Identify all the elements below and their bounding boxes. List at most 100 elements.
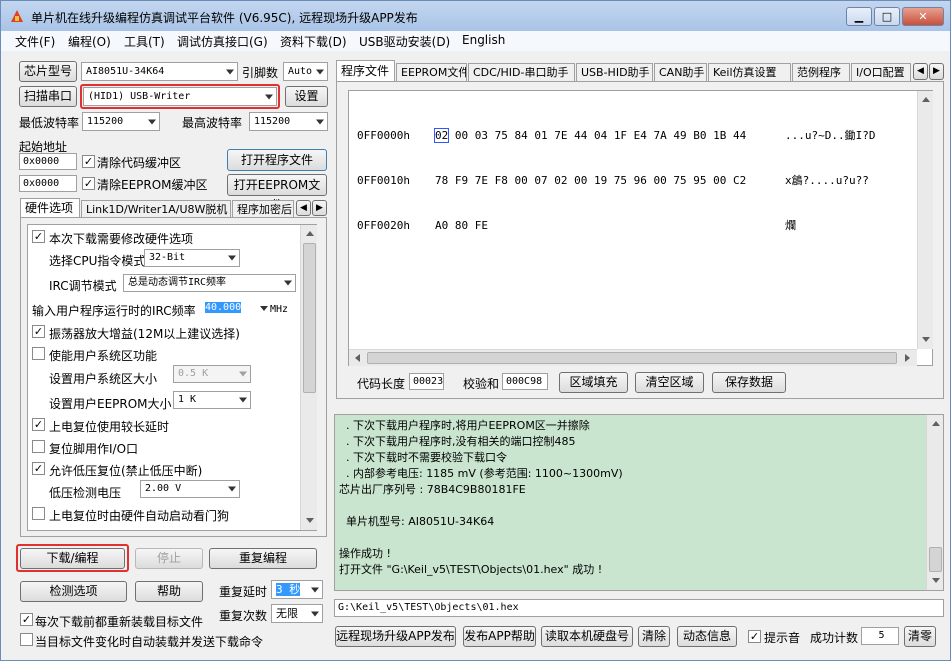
hw-options-scrollbar[interactable]	[300, 225, 317, 530]
check-options-button[interactable]: 检测选项	[20, 581, 127, 602]
hw-scroll-thumb[interactable]	[303, 243, 316, 393]
irc-mode-select[interactable]: 总是动态调节IRC频率	[123, 274, 296, 292]
min-baud-select[interactable]: 115200	[82, 112, 160, 131]
log-scrollbar[interactable]	[926, 415, 943, 590]
sound-label: 提示音	[764, 631, 801, 645]
download-program-button[interactable]: 下载/编程	[20, 548, 125, 569]
menu-bar: 文件(F) 编程(O) 工具(T) 调试仿真接口(G) 资料下载(D) USB驱…	[1, 31, 950, 51]
system-area-size-select[interactable]: 0.5 K	[173, 365, 251, 383]
dynamic-info-button[interactable]: 动态信息	[677, 626, 737, 647]
code-length-value: 00023	[409, 373, 444, 390]
repeat-delay-select[interactable]: 3 秒	[271, 580, 323, 599]
tab-program-file[interactable]: 程序文件	[336, 60, 395, 82]
read-disk-id-button[interactable]: 读取本机硬盘号	[541, 626, 633, 647]
menu-program[interactable]: 编程(O)	[68, 33, 111, 50]
lv-detect-select[interactable]: 2.00 V	[140, 480, 240, 498]
stop-button[interactable]: 停止	[135, 548, 203, 569]
pin-count-select[interactable]: Auto	[283, 62, 328, 81]
menu-english[interactable]: English	[462, 33, 505, 47]
reset-io-checkbox[interactable]	[32, 440, 45, 453]
tab-usb-hid[interactable]: USB-HID助手	[576, 63, 653, 82]
clear-eeprom-checkbox[interactable]: ✓	[82, 177, 95, 190]
right-tab-scroll-right[interactable]: ▶	[929, 63, 944, 80]
repeat-count-select[interactable]: 无限	[271, 604, 323, 623]
hex-hscroll[interactable]	[349, 349, 917, 366]
tab-encryption[interactable]: 程序加密后	[232, 200, 294, 218]
eeprom-size-label: 设置用户EEPROM大小	[49, 397, 172, 411]
hex-address-row: 0FF0020h	[357, 219, 410, 232]
user-system-area-checkbox[interactable]	[32, 347, 45, 360]
sound-checkbox[interactable]: ✓	[748, 630, 761, 643]
chip-model-select[interactable]: AI8051U-34K64	[81, 62, 238, 81]
tab-can[interactable]: CAN助手	[654, 63, 707, 82]
irc-frequency-input[interactable]: 40.000	[202, 300, 268, 317]
tab-scroll-right-button[interactable]: ▶	[312, 200, 327, 216]
chip-model-button[interactable]: 芯片型号	[19, 61, 77, 82]
app-help-button[interactable]: 发布APP帮助	[463, 626, 536, 647]
menu-debug[interactable]: 调试仿真接口(G)	[177, 33, 268, 50]
scroll-right-icon[interactable]	[905, 354, 910, 362]
tab-hardware-options[interactable]: 硬件选项	[20, 198, 80, 218]
tab-io-config[interactable]: I/O口配置	[851, 63, 911, 82]
log-line: 打开文件 "G:\Keil_v5\TEST\Objects\01.hex" 成功…	[339, 563, 603, 576]
lvr-checkbox[interactable]: ✓	[32, 462, 45, 475]
tab-link1d-offline[interactable]: Link1D/Writer1A/U8W脱机	[81, 200, 231, 218]
scroll-down-icon[interactable]	[922, 337, 930, 342]
tab-serial-assistant[interactable]: CDC/HID-串口助手	[468, 63, 575, 82]
scroll-up-icon[interactable]	[932, 421, 940, 426]
program-file-panel: 0FF0000h 0FF0010h 0FF0020h 02 00 03 75 8…	[336, 81, 944, 399]
reload-checkbox[interactable]: ✓	[20, 613, 33, 626]
help-button[interactable]: 帮助	[135, 581, 203, 602]
max-baud-select[interactable]: 115200	[249, 112, 328, 131]
checksum-label: 校验和	[463, 377, 500, 391]
menu-file[interactable]: 文件(F)	[15, 33, 55, 50]
clear-region-button[interactable]: 清空区域	[635, 372, 704, 393]
fill-region-button[interactable]: 区域填充	[559, 372, 628, 393]
save-data-button[interactable]: 保存数据	[712, 372, 786, 393]
irc-frequency-label: 输入用户程序运行时的IRC频率	[32, 304, 196, 318]
scan-port-button[interactable]: 扫描串口	[19, 86, 77, 107]
clear-log-button[interactable]: 清除	[638, 626, 670, 647]
right-tab-scroll-left[interactable]: ◀	[913, 63, 928, 80]
setup-button[interactable]: 设置	[285, 86, 328, 107]
wdt-checkbox[interactable]	[32, 507, 45, 520]
auto-send-checkbox[interactable]	[20, 633, 33, 646]
cpu-mode-select[interactable]: 32-Bit	[144, 249, 240, 267]
menu-tools[interactable]: 工具(T)	[124, 33, 165, 50]
hex-vscroll[interactable]	[917, 91, 933, 349]
checksum-value: 000C98	[502, 373, 548, 390]
osc-gain-checkbox[interactable]: ✓	[32, 325, 45, 338]
scroll-down-icon[interactable]	[932, 578, 940, 583]
minimize-button[interactable]: ▁	[846, 7, 872, 26]
maximize-button[interactable]: □	[874, 7, 900, 26]
scroll-left-icon[interactable]	[355, 354, 360, 362]
modify-hw-checkbox[interactable]: ✓	[32, 230, 45, 243]
menu-usb-driver[interactable]: USB驱动安装(D)	[359, 33, 450, 50]
open-eeprom-file-button[interactable]: 打开EEPROM文件	[227, 174, 327, 212]
eeprom-size-select[interactable]: 1 K	[173, 391, 251, 409]
code-address-input[interactable]: 0x0000	[19, 153, 77, 170]
scroll-up-icon[interactable]	[922, 97, 930, 102]
log-output[interactable]: . 下次下载用户程序时,将用户EEPROM区一并擦除 . 下次下载用户程序时,没…	[334, 414, 944, 591]
repeat-count-label: 重复次数	[219, 609, 268, 623]
eeprom-address-input[interactable]: 0x0000	[19, 175, 77, 192]
scroll-down-icon[interactable]	[306, 518, 314, 523]
hex-view[interactable]: 0FF0000h 0FF0010h 0FF0020h 02 00 03 75 8…	[348, 90, 933, 366]
repeat-program-button[interactable]: 重复编程	[209, 548, 317, 569]
open-program-file-button[interactable]: 打开程序文件	[227, 149, 327, 171]
hex-hscroll-thumb[interactable]	[367, 352, 897, 364]
menu-download[interactable]: 资料下载(D)	[280, 33, 347, 50]
clear-code-checkbox[interactable]: ✓	[82, 155, 95, 168]
close-button[interactable]: ✕	[902, 7, 944, 26]
scroll-up-icon[interactable]	[306, 231, 314, 236]
tab-eeprom-file[interactable]: EEPROM文件	[396, 63, 467, 82]
reset-count-button[interactable]: 清零	[904, 626, 936, 647]
long-delay-checkbox[interactable]: ✓	[32, 418, 45, 431]
remote-upgrade-button[interactable]: 远程现场升级APP发布	[335, 626, 456, 647]
tab-scroll-left-button[interactable]: ◀	[296, 200, 311, 216]
log-scroll-thumb[interactable]	[929, 547, 942, 572]
frequency-dropdown-icon[interactable]	[260, 306, 268, 311]
clear-code-label: 清除代码缓冲区	[97, 156, 182, 170]
tab-examples[interactable]: 范例程序	[792, 63, 850, 82]
tab-keil-settings[interactable]: Keil仿真设置	[708, 63, 791, 82]
